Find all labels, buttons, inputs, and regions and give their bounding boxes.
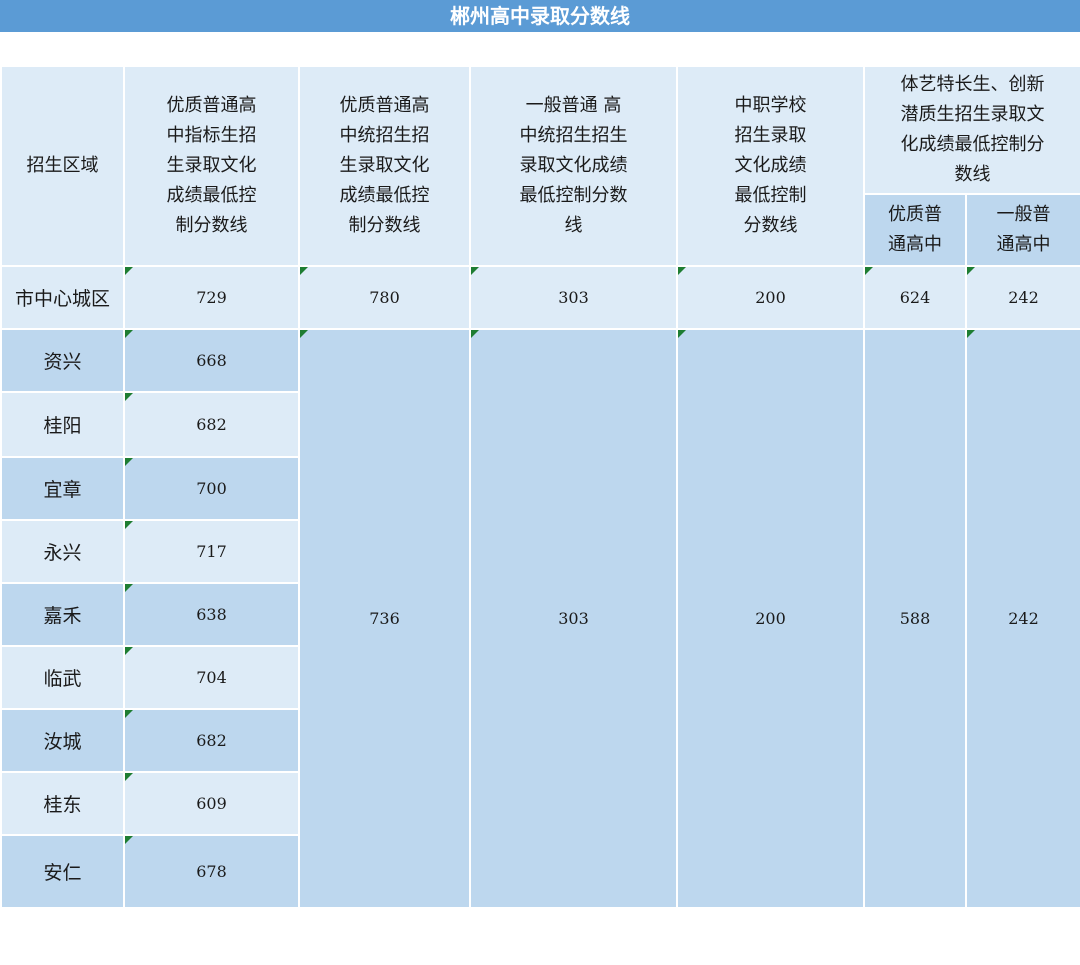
cell-marker	[125, 393, 133, 401]
cell-marker	[125, 773, 133, 781]
region-name: 汝城	[0, 708, 125, 773]
header-col1: 优质普通高中指标生招生录取文化成绩最低控制分数线	[123, 65, 300, 267]
score-cell: 668	[123, 328, 300, 393]
header-region: 招生区域	[0, 65, 125, 267]
region-name: 宜章	[0, 456, 125, 521]
cell-marker	[125, 710, 133, 718]
score-cell: 303	[469, 265, 678, 330]
region-name: 市中心城区	[0, 265, 125, 330]
region-name: 嘉禾	[0, 582, 125, 647]
cell-marker	[678, 330, 686, 338]
score-cell: 780	[298, 265, 471, 330]
cell-marker	[125, 584, 133, 592]
region-name: 永兴	[0, 519, 125, 584]
region-name: 桂东	[0, 771, 125, 836]
merged-score-col6: 242	[965, 328, 1080, 909]
cell-marker	[125, 330, 133, 338]
score-cell: 717	[123, 519, 300, 584]
cell-marker	[967, 267, 975, 275]
cell-marker	[125, 267, 133, 275]
region-name: 资兴	[0, 328, 125, 393]
score-cell: 200	[676, 265, 865, 330]
table-row: 资兴 668 736 303 200 588 242	[0, 328, 1080, 909]
cell-marker	[678, 267, 686, 275]
merged-score-col3: 303	[469, 328, 678, 909]
table-row-city: 市中心城区 729 780 303 200 624 242	[0, 265, 1080, 330]
region-name: 临武	[0, 645, 125, 710]
header-col2: 优质普通高中统招生招生录取文化成绩最低控制分数线	[298, 65, 471, 267]
score-cell: 624	[863, 265, 967, 330]
cell-marker	[967, 330, 975, 338]
score-cell: 678	[123, 834, 300, 909]
cell-marker	[125, 647, 133, 655]
score-cell: 242	[965, 265, 1080, 330]
cell-marker	[125, 836, 133, 844]
score-cell: 682	[123, 708, 300, 773]
header-col5: 优质普通高中	[863, 193, 967, 267]
region-name: 桂阳	[0, 391, 125, 458]
cell-marker	[471, 267, 479, 275]
score-cell: 704	[123, 645, 300, 710]
footer-space	[0, 908, 1080, 965]
cell-marker	[471, 330, 479, 338]
cell-marker	[125, 521, 133, 529]
table-title: 郴州高中录取分数线	[0, 0, 1080, 32]
score-cell: 700	[123, 456, 300, 521]
score-cell: 609	[123, 771, 300, 836]
spacer-row	[0, 32, 1080, 65]
header-col6: 一般普通高中	[965, 193, 1080, 267]
score-cell: 638	[123, 582, 300, 647]
header-col56: 体艺特长生、创新潜质生招生录取文化成绩最低控制分数线	[863, 65, 1080, 195]
score-cell: 729	[123, 265, 300, 330]
cell-marker	[865, 267, 873, 275]
score-cell: 682	[123, 391, 300, 458]
header-col4: 中职学校招生录取文化成绩最低控制分数线	[676, 65, 865, 267]
region-name: 安仁	[0, 834, 125, 909]
merged-score-col2: 736	[298, 328, 471, 909]
header-col3: 一般普通 高中统招生招生录取文化成绩最低控制分数线	[469, 65, 678, 267]
cell-marker	[300, 330, 308, 338]
merged-score-col4: 200	[676, 328, 865, 909]
cell-marker	[125, 458, 133, 466]
merged-score-col5: 588	[863, 328, 967, 909]
cell-marker	[300, 267, 308, 275]
score-table: 招生区域 优质普通高中指标生招生录取文化成绩最低控制分数线 优质普通高中统招生招…	[0, 65, 1080, 909]
